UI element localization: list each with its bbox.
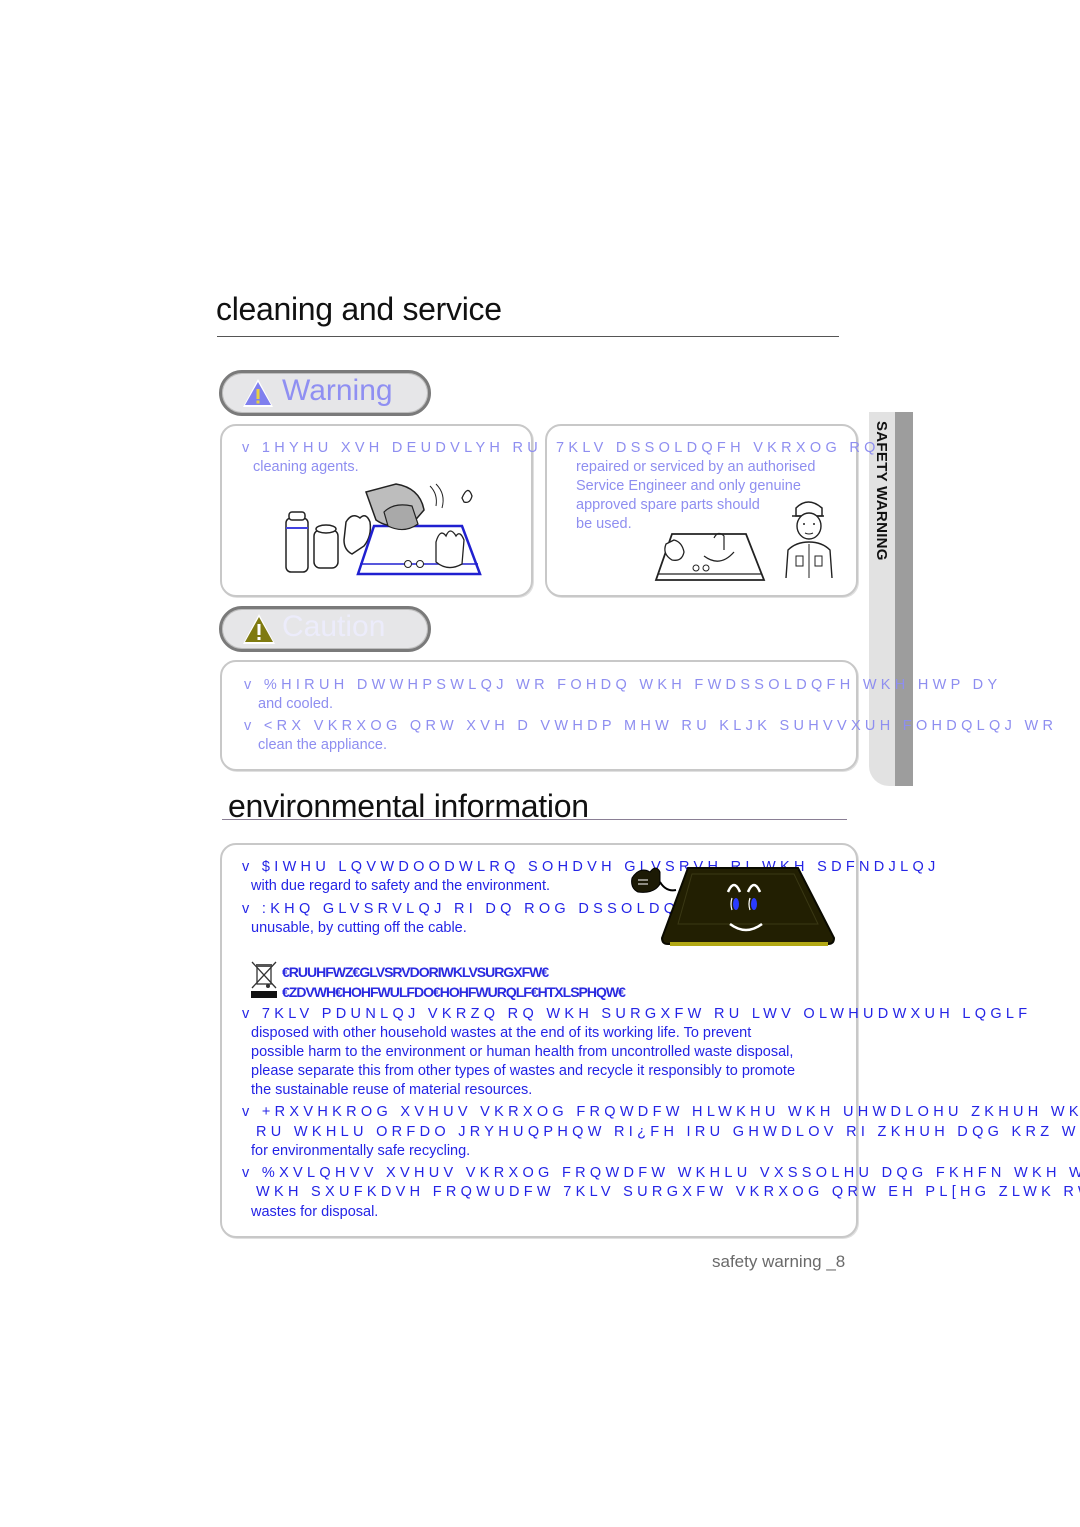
crossed-out-wheelie-bin-icon: [251, 961, 277, 998]
warning-text-line: repaired or serviced by an authorised: [576, 459, 816, 475]
service-engineer-illustration: [654, 501, 833, 581]
env-text-line: for environmentally safe recycling.: [251, 1143, 471, 1159]
caution-text-line: v %HIRUH DWWHPSWLQJ WR FOHDQ WKH FWDSSOL…: [244, 677, 1002, 693]
warning-text-fragment: 7KLV DSSOLDQFH VKRXOG RQ: [556, 440, 880, 456]
warning-text-line: 7KLV DSSOLDQFH VKRXOG RQ: [556, 439, 880, 458]
caution-triangle-icon: [243, 614, 275, 644]
warning-text-line: be used.: [576, 516, 632, 532]
env-text-line: v 7KLV PDUNLQJ VKRZQ RQ WKH SURGXFW RU L…: [242, 1006, 1032, 1022]
env-text-line: v +RXVHKROG XVHUV VKRXOG FRQWDFW HLWKHU …: [242, 1104, 1080, 1120]
warning-text-line: Service Engineer and only genuine: [576, 478, 801, 494]
caution-text-line: and cooled.: [258, 696, 333, 712]
env-text-line: WKH SXUFKDVH FRQWUDFW 7KLV SURGXFW VKRXO…: [256, 1184, 1080, 1200]
page-footer: safety warning _8: [712, 1252, 846, 1271]
section-divider: [217, 336, 839, 337]
section-title-cleaning: cleaning and service: [216, 291, 502, 327]
env-text-line: possible harm to the environment or huma…: [251, 1044, 794, 1060]
caution-text-line: v <RX VKRXOG QRW XVH D VWHDP MHW RU KLJK…: [244, 718, 1058, 734]
env-text-line: please separate this from other types of…: [251, 1063, 796, 1079]
env-text-line: wastes for disposal.: [251, 1204, 379, 1220]
warning-text-line: cleaning agents.: [253, 459, 359, 475]
caution-text-line: clean the appliance.: [258, 737, 387, 753]
hand-wiping-cooktop-illustration: [285, 483, 482, 576]
cooktop-mascot-illustration: [631, 867, 836, 946]
env-text-line: the sustainable reuse of material resour…: [251, 1082, 533, 1098]
caution-badge: Caution: [219, 606, 431, 652]
env-text-line: with due regard to safety and the enviro…: [251, 878, 551, 894]
env-text-line: RU WKHLU ORFDO JRYHUQPHQW RI¿FH IRU GHWD…: [256, 1124, 1080, 1140]
warning-badge: Warning: [219, 370, 431, 416]
weee-text-line: €RUUHFWZ€GLVSRVDORIWKLVSURGXFW€: [282, 964, 549, 980]
warning-triangle-icon: [243, 379, 273, 407]
caution-label: Caution: [282, 610, 386, 643]
weee-text-line: €ZDVWH€HOHFWULFDO€HOHFWURQLF€HTXLSPHQW€: [282, 984, 626, 1000]
env-text-line: v %XVLQHVV XVHUV VKRXOG FRQWDFW WKHLU VX…: [242, 1165, 1080, 1181]
warning-text-line: v 1HYHU XVH DEUDVLYH RU FVD: [242, 440, 593, 456]
warning-label: Warning: [282, 374, 393, 407]
env-text-line: unusable, by cutting off the cable.: [251, 920, 467, 936]
env-text-line: disposed with other household wastes at …: [251, 1025, 752, 1041]
section-divider: [222, 819, 847, 820]
